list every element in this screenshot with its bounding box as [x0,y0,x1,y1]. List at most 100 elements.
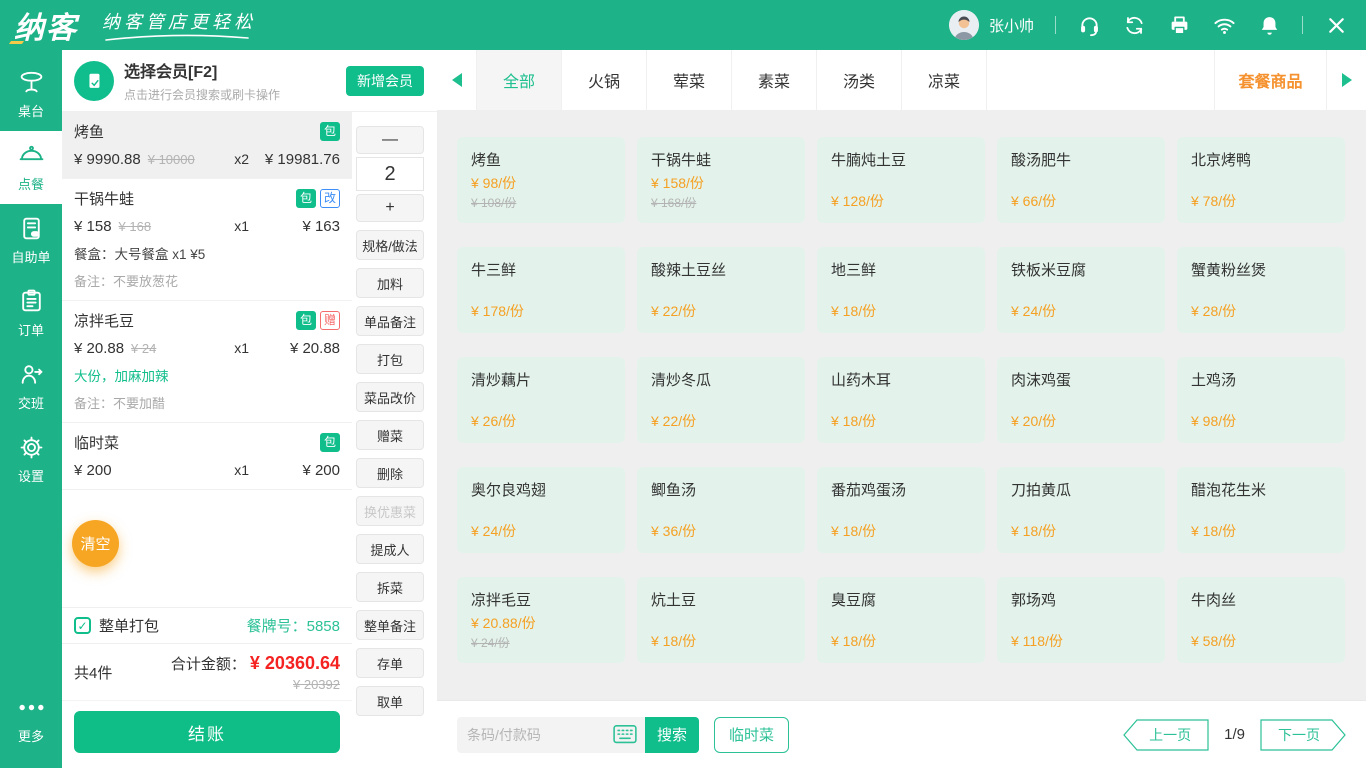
category-tab[interactable]: 荤菜 [647,50,732,110]
item-badge: 改 [320,189,340,208]
dish-prices: ¥ 22/份 [651,411,791,431]
dish-prices: ¥ 18/份 [1191,521,1331,541]
action-button[interactable]: 换优惠菜 [356,496,424,526]
dish-name: 奥尔良鸡翅 [471,479,611,500]
sidebar-item-self-order[interactable]: 自助单 [0,204,62,277]
user-avatar[interactable] [949,10,979,40]
checkout-button[interactable]: 结账 [74,711,340,753]
add-member-button[interactable]: 新增会员 [346,66,424,96]
menu-item-card[interactable]: 酸汤肥牛 ¥ 66/份 [997,137,1165,223]
action-button[interactable]: 存单 [356,648,424,678]
dish-price: ¥ 58/份 [1191,631,1331,651]
notification-bell-icon[interactable] [1257,13,1281,37]
category-tab[interactable]: 火锅 [562,50,647,110]
combo-products-tab[interactable]: 套餐商品 [1214,50,1326,110]
menu-item-card[interactable]: 蟹黄粉丝煲 ¥ 28/份 [1177,247,1345,333]
prev-page-button[interactable]: 上一页 [1123,719,1209,751]
order-item-header: 临时菜 包 [74,432,340,453]
action-button[interactable]: 打包 [356,344,424,374]
sidebar-item-order[interactable]: 点餐 [0,131,62,204]
dish-original-price: ¥ 108/份 [471,194,611,211]
action-button[interactable]: 赠菜 [356,420,424,450]
sidebar-item-shift[interactable]: 交班 [0,350,62,423]
dish-name: 郭场鸡 [1011,589,1151,610]
menu-item-card[interactable]: 地三鲜 ¥ 18/份 [817,247,985,333]
next-page-button[interactable]: 下一页 [1260,719,1346,751]
temp-dish-button[interactable]: 临时菜 [714,717,789,753]
tabs-scroll-right-button[interactable] [1326,50,1366,110]
menu-item-card[interactable]: 清炒冬瓜 ¥ 22/份 [637,357,805,443]
topbar: 纳客 纳客管店更轻松 张小帅 [0,0,1366,50]
dish-price: ¥ 78/份 [1191,191,1331,211]
tabs-scroll-left-button[interactable] [437,50,477,110]
menu-item-card[interactable]: 醋泡花生米 ¥ 18/份 [1177,467,1345,553]
order-item[interactable]: 临时菜 包 ¥ 200 x1 ¥ 200 [62,423,352,490]
dish-grid-area: 烤鱼 ¥ 98/份 ¥ 108/份 干锅牛蛙 ¥ 158/份 ¥ 168/份 牛… [437,110,1366,700]
clear-order-button[interactable]: 清空 [72,520,119,567]
action-button[interactable]: 整单备注 [356,610,424,640]
menu-item-card[interactable]: 清炒藕片 ¥ 26/份 [457,357,625,443]
action-button[interactable]: 提成人 [356,534,424,564]
bottombar: 搜索 临时菜 上一页 1/9 下一页 [437,700,1366,768]
member-select-header[interactable]: 选择会员[F2] 点击进行会员搜索或刷卡操作 新增会员 [62,50,437,112]
dish-prices: ¥ 24/份 [1011,301,1151,321]
menu-item-card[interactable]: 北京烤鸭 ¥ 78/份 [1177,137,1345,223]
sidebar-item-settings[interactable]: 设置 [0,423,62,496]
category-tab[interactable]: 汤类 [817,50,902,110]
action-button[interactable]: 拆菜 [356,572,424,602]
quantity-minus-button[interactable]: — [356,126,424,154]
menu-item-card[interactable]: 铁板米豆腐 ¥ 24/份 [997,247,1165,333]
menu-item-card[interactable]: 郭场鸡 ¥ 118/份 [997,577,1165,663]
menu-item-card[interactable]: 奥尔良鸡翅 ¥ 24/份 [457,467,625,553]
grand-total: ¥ 20360.64 [250,653,340,673]
cloche-icon [18,142,45,169]
quantity-plus-button[interactable]: + [356,194,424,222]
action-button[interactable]: 取单 [356,686,424,716]
sidebar-item-more[interactable]: 更多 [0,683,62,756]
menu-item-card[interactable]: 烤鱼 ¥ 98/份 ¥ 108/份 [457,137,625,223]
action-button[interactable]: 删除 [356,458,424,488]
action-button[interactable]: 规格/做法 [356,230,424,260]
menu-item-card[interactable]: 刀拍黄瓜 ¥ 18/份 [997,467,1165,553]
category-tab[interactable]: 全部 [477,50,562,110]
search-button[interactable]: 搜索 [645,717,699,753]
menu-item-card[interactable]: 炕土豆 ¥ 18/份 [637,577,805,663]
close-icon[interactable] [1324,13,1348,37]
sync-icon[interactable] [1122,13,1146,37]
menu-item-card[interactable]: 番茄鸡蛋汤 ¥ 18/份 [817,467,985,553]
dish-prices: ¥ 20/份 [1011,411,1151,431]
tabbar-filler [987,50,1214,110]
username[interactable]: 张小帅 [989,15,1034,36]
support-headset-icon[interactable] [1077,13,1101,37]
keyboard-icon[interactable] [613,724,637,746]
self-order-icon [18,215,45,242]
action-button[interactable]: 单品备注 [356,306,424,336]
printer-icon[interactable] [1167,13,1191,37]
order-item[interactable]: 干锅牛蛙 包改 ¥ 158 ¥ 168 x1 ¥ 163 [62,179,352,301]
action-button[interactable]: 加料 [356,268,424,298]
dish-name: 酸汤肥牛 [1011,149,1151,170]
menu-item-card[interactable]: 牛三鲜 ¥ 178/份 [457,247,625,333]
order-item[interactable]: 烤鱼 包 ¥ 9990.88 ¥ 10000 x2 ¥ 19981.76 [62,112,352,179]
dish-grid: 烤鱼 ¥ 98/份 ¥ 108/份 干锅牛蛙 ¥ 158/份 ¥ 168/份 牛… [457,137,1366,663]
menu-item-card[interactable]: 干锅牛蛙 ¥ 158/份 ¥ 168/份 [637,137,805,223]
menu-item-card[interactable]: 肉沫鸡蛋 ¥ 20/份 [997,357,1165,443]
category-tab[interactable]: 凉菜 [902,50,987,110]
menu-item-card[interactable]: 牛腩炖土豆 ¥ 128/份 [817,137,985,223]
sidebar-item-orders[interactable]: 订单 [0,277,62,350]
menu-item-card[interactable]: 牛肉丝 ¥ 58/份 [1177,577,1345,663]
menu-item-card[interactable]: 凉拌毛豆 ¥ 20.88/份 ¥ 24/份 [457,577,625,663]
topbar-divider [1055,16,1056,34]
menu-item-card[interactable]: 酸辣土豆丝 ¥ 22/份 [637,247,805,333]
menu-item-card[interactable]: 土鸡汤 ¥ 98/份 [1177,357,1345,443]
order-item[interactable]: 凉拌毛豆 包赠 ¥ 20.88 ¥ 24 x1 ¥ 20.88 [62,301,352,423]
category-tab[interactable]: 素菜 [732,50,817,110]
chevron-left-icon [452,73,462,87]
menu-item-card[interactable]: 臭豆腐 ¥ 18/份 [817,577,985,663]
menu-item-card[interactable]: 山药木耳 ¥ 18/份 [817,357,985,443]
menu-item-card[interactable]: 鲫鱼汤 ¥ 36/份 [637,467,805,553]
sidebar-item-tables[interactable]: 桌台 [0,58,62,131]
action-button[interactable]: 菜品改价 [356,382,424,412]
wifi-icon[interactable] [1212,13,1236,37]
pack-checkbox[interactable]: ✓ [74,617,91,634]
